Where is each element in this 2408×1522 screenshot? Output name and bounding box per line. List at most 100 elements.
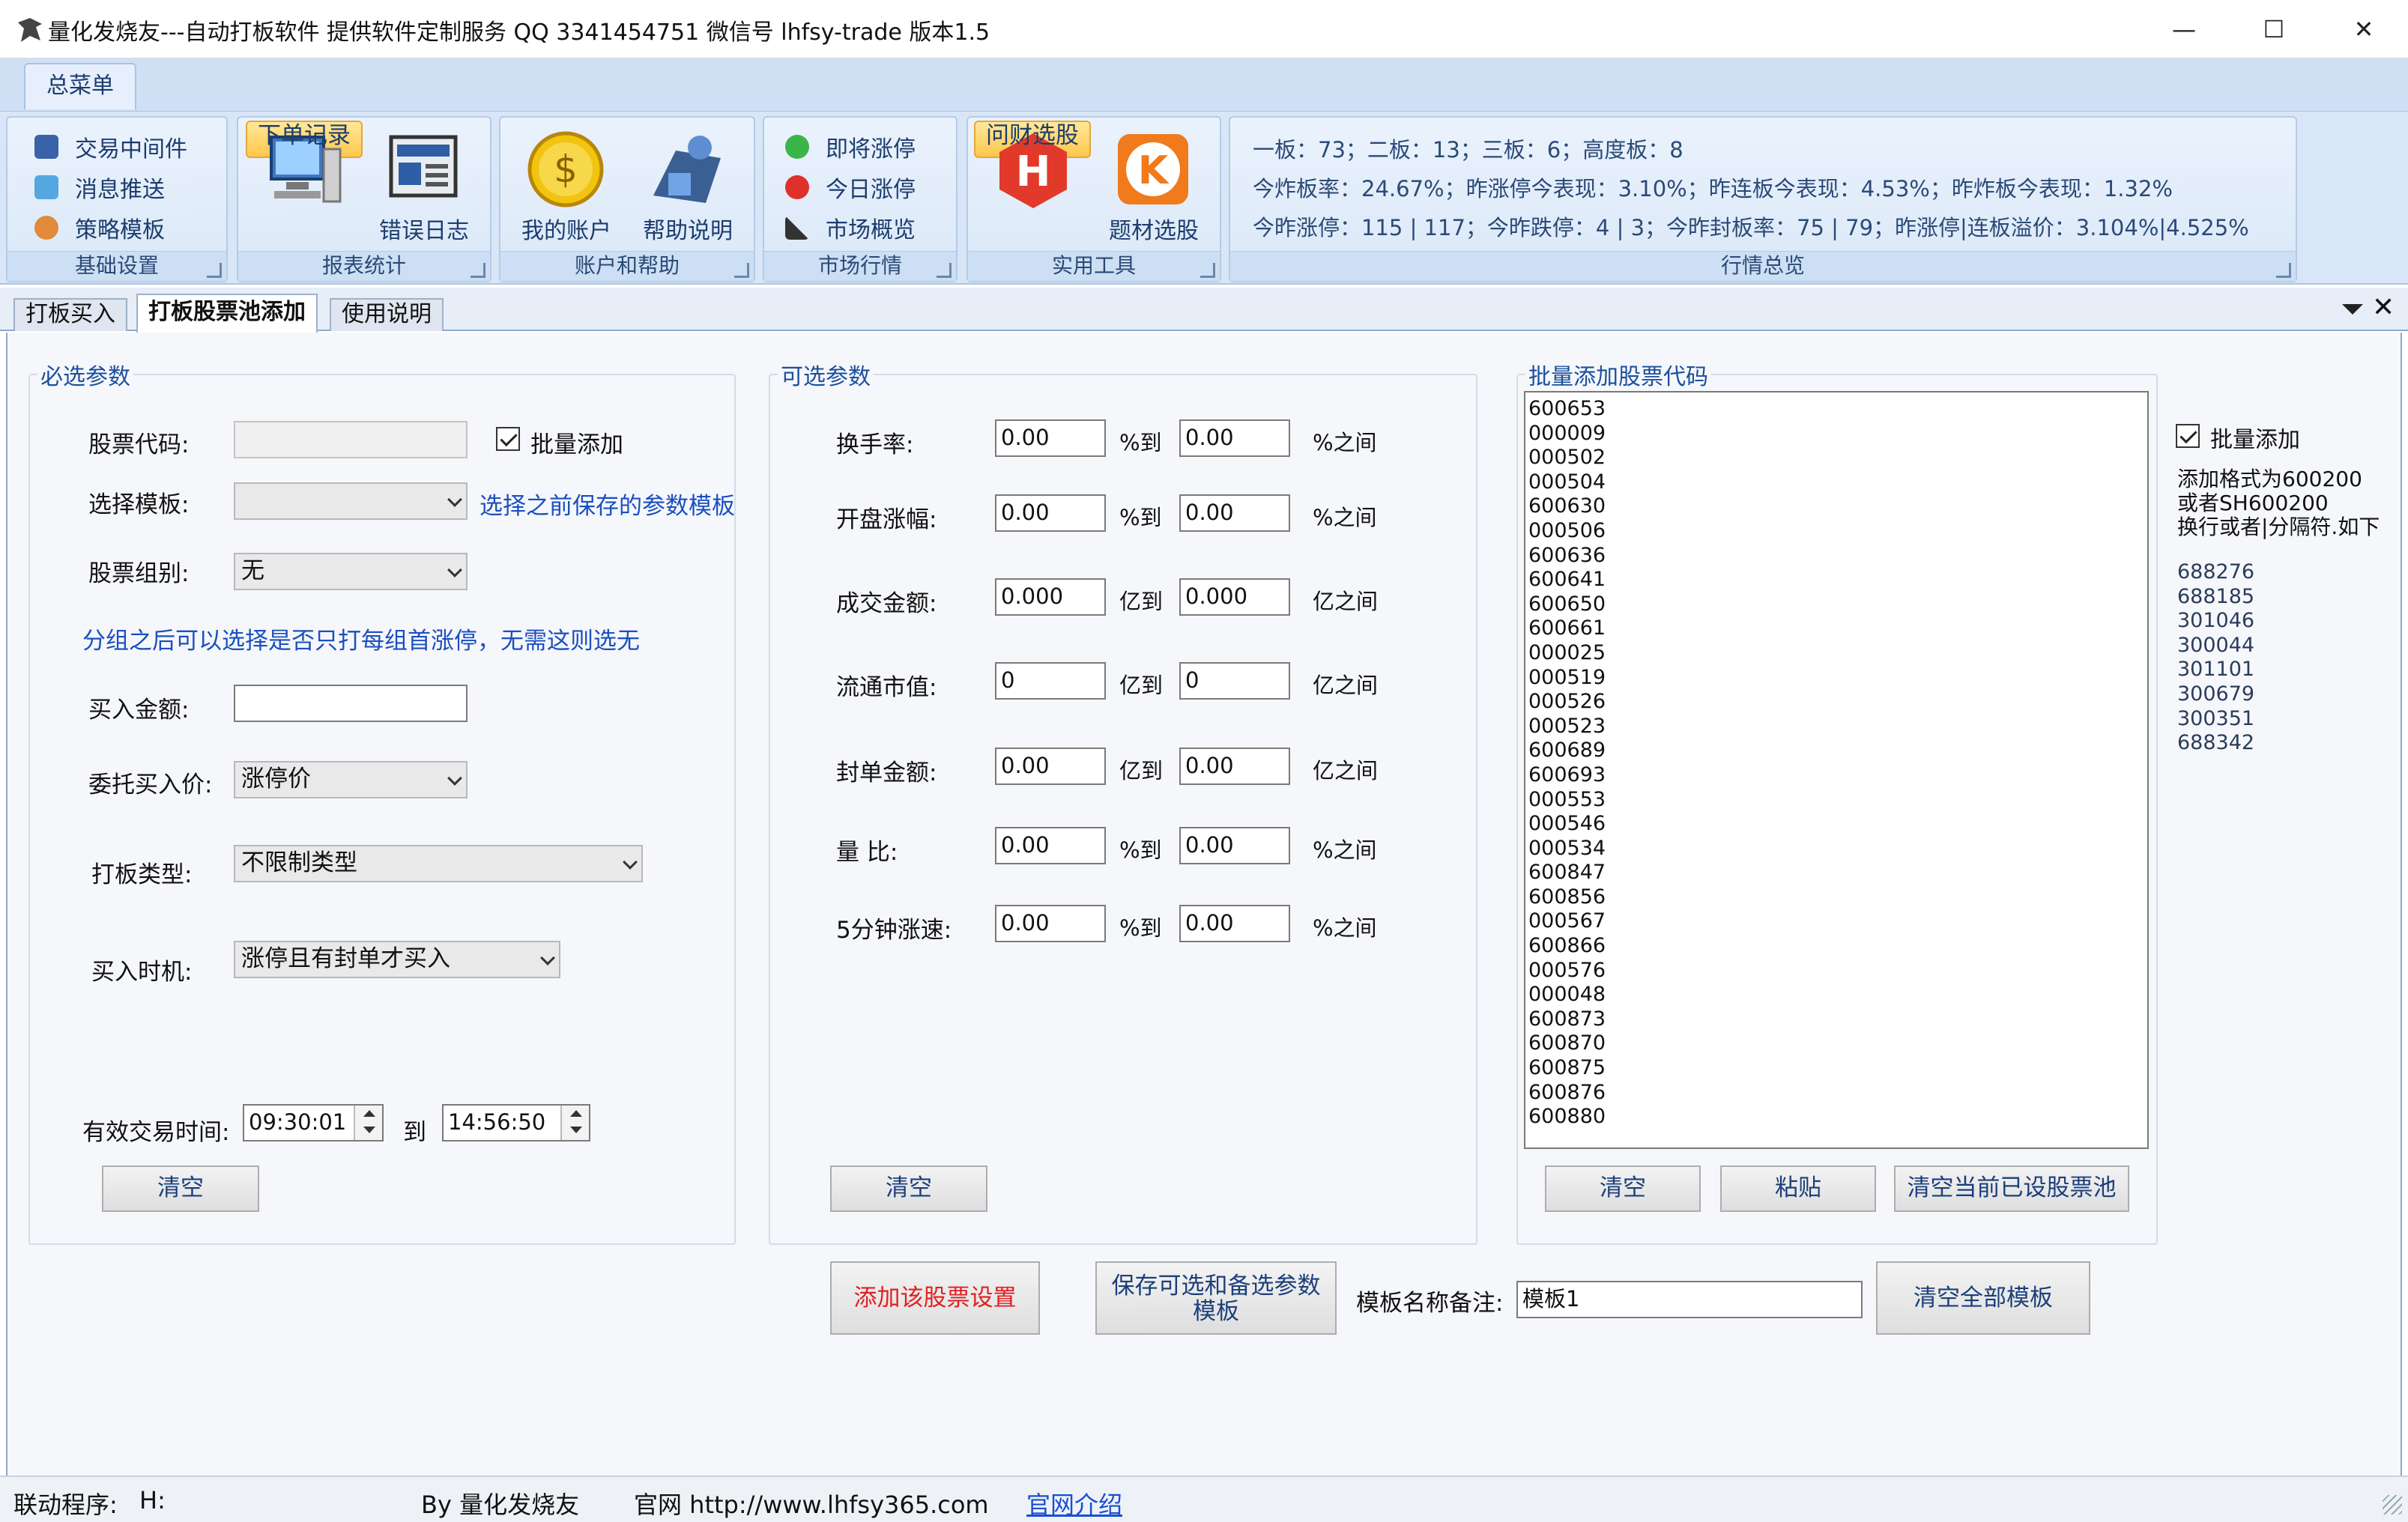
- example-code: 300351: [2177, 706, 2255, 730]
- clear-all-templates-button[interactable]: 清空全部模板: [1876, 1261, 2090, 1335]
- batch-check-right[interactable]: [2176, 424, 2200, 448]
- batch-codes-textarea[interactable]: 600653 000009 000502 000504 600630 000506 6006…: [1524, 391, 2149, 1149]
- optional-row-mid-label: %到: [1119, 430, 1162, 455]
- optional-row-from-input[interactable]: 0.000: [995, 578, 1106, 616]
- chevron-down-icon: [447, 771, 462, 786]
- optional-row-to-input[interactable]: 0.000: [1179, 578, 1290, 616]
- optional-row-from-input[interactable]: 0: [995, 662, 1106, 700]
- message-push-item[interactable]: 消息推送: [34, 169, 165, 206]
- middleware-item[interactable]: 交易中间件: [34, 128, 187, 166]
- near-limit-up-item[interactable]: 即将涨停: [785, 128, 916, 166]
- batch-clear-button[interactable]: 清空: [1545, 1165, 1701, 1212]
- type-select[interactable]: 不限制类型: [234, 845, 643, 882]
- optional-row-from-input[interactable]: 0.00: [995, 905, 1106, 942]
- tab-help[interactable]: 使用说明: [330, 298, 444, 331]
- code-line: 000553: [1528, 787, 1606, 811]
- code-line: 600873: [1528, 1007, 1606, 1031]
- strategy-template-item[interactable]: 策略模板: [34, 209, 165, 246]
- template-select[interactable]: [234, 482, 468, 520]
- k-icon: K: [1118, 134, 1188, 204]
- dialog-launcher-icon[interactable]: [2276, 263, 2291, 278]
- group-select[interactable]: 无: [234, 553, 468, 590]
- dialog-launcher-icon[interactable]: [1200, 263, 1215, 278]
- title-bar: 量化发烧友---自动打板软件 提供软件定制服务 QQ 3341454751 微信…: [0, 0, 2408, 58]
- today-limit-up-item[interactable]: 今日涨停: [785, 169, 916, 206]
- help-button[interactable]: 帮助说明: [629, 121, 746, 249]
- order-log-button[interactable]: 下单记录: [246, 121, 363, 203]
- link-program-value: H:: [139, 1486, 166, 1515]
- paste-button[interactable]: 粘贴: [1720, 1165, 1876, 1212]
- price-select[interactable]: 涨停价: [234, 761, 468, 798]
- dialog-launcher-icon[interactable]: [937, 263, 952, 278]
- time-to-spinner[interactable]: 14:56:50: [442, 1104, 590, 1142]
- optional-row-to-input[interactable]: 0.00: [1179, 905, 1290, 942]
- price-label: 委托买入价:: [88, 771, 213, 798]
- optional-row-end-label: 亿之间: [1313, 673, 1379, 698]
- template-name-label: 模板名称备注:: [1356, 1290, 1504, 1317]
- theme-stock-picker-button[interactable]: K 题材选股: [1095, 121, 1212, 249]
- group-hint: 分组之后可以选择是否只打每组首涨停，无需这则选无: [82, 628, 640, 655]
- timing-select[interactable]: 涨停且有封单才买入: [234, 941, 560, 978]
- dialog-launcher-icon[interactable]: [471, 263, 485, 278]
- window-title: 量化发烧友---自动打板软件 提供软件定制服务 QQ 3341454751 微信…: [48, 19, 990, 46]
- chevron-down-icon: [447, 563, 462, 577]
- required-clear-button[interactable]: 清空: [102, 1165, 259, 1212]
- optional-row-from-input[interactable]: 0.00: [995, 748, 1106, 785]
- optional-row-label: 5分钟涨速:: [836, 917, 952, 944]
- code-line: 600641: [1528, 568, 1606, 592]
- limit-stats: 今昨涨停：115 | 117；今昨跌停：4 | 3；今昨封板率：75 | 79；…: [1253, 215, 2249, 240]
- chevron-down-icon: [623, 855, 638, 870]
- batch-add-checkbox[interactable]: [496, 427, 520, 451]
- stock-code-input[interactable]: [234, 421, 468, 458]
- menu-tab-main[interactable]: 总菜单: [24, 63, 136, 109]
- format-hint-3: 换行或者|分隔符.如下: [2177, 515, 2380, 539]
- optional-clear-button[interactable]: 清空: [830, 1165, 987, 1212]
- tab-dropdown-icon[interactable]: [2342, 304, 2363, 315]
- spinner-arrows-icon[interactable]: [354, 1106, 382, 1140]
- optional-row-to-input[interactable]: 0.00: [1179, 827, 1290, 864]
- ribbon-group-market: 即将涨停 今日涨停 市场概览 市场行情: [763, 116, 958, 282]
- optional-row-to-input[interactable]: 0.00: [1179, 494, 1290, 532]
- time-from-spinner[interactable]: 09:30:01: [243, 1104, 384, 1142]
- status-bar: 联动程序: H: By 量化发烧友 官网 http://www.lhfsy365…: [0, 1476, 2408, 1522]
- code-line: 600693: [1528, 762, 1606, 786]
- minimize-button[interactable]: —: [2143, 0, 2225, 58]
- code-line: 000567: [1528, 909, 1606, 933]
- maximize-button[interactable]: ☐: [2233, 0, 2315, 58]
- dialog-launcher-icon[interactable]: [734, 263, 749, 278]
- optional-row-from-input[interactable]: 0.00: [995, 827, 1106, 864]
- code-line: 000009: [1528, 421, 1606, 445]
- tab-pool-add[interactable]: 打板股票池添加: [136, 294, 318, 333]
- code-line: 000534: [1528, 836, 1606, 860]
- dialog-launcher-icon[interactable]: [207, 263, 222, 278]
- optional-row-to-input[interactable]: 0: [1179, 662, 1290, 700]
- optional-row-from-input[interactable]: 0.00: [995, 419, 1106, 457]
- optional-row-mid-label: %到: [1119, 837, 1162, 863]
- optional-row-to-input[interactable]: 0.00: [1179, 419, 1290, 457]
- optional-row-label: 成交金额:: [836, 590, 937, 617]
- code-line: 600880: [1528, 1105, 1606, 1129]
- template-name-input[interactable]: 模板1: [1516, 1281, 1863, 1318]
- market-overview-item[interactable]: 市场概览: [785, 209, 916, 246]
- clear-pool-button[interactable]: 清空当前已设股票池: [1894, 1165, 2129, 1212]
- amount-input[interactable]: [234, 685, 468, 722]
- save-template-button[interactable]: 保存可选和备选参数 模板: [1095, 1261, 1337, 1335]
- add-stock-setting-button[interactable]: 添加该股票设置: [830, 1261, 1040, 1335]
- my-account-button[interactable]: $ 我的账户: [508, 121, 625, 249]
- optional-row-from-input[interactable]: 0.00: [995, 494, 1106, 532]
- tab-buy[interactable]: 打板买入: [13, 298, 127, 331]
- resize-grip-icon[interactable]: [2383, 1495, 2402, 1515]
- spinner-arrows-icon[interactable]: [560, 1106, 589, 1140]
- code-line: 000048: [1528, 983, 1606, 1007]
- website-intro-link[interactable]: 官网介绍: [1026, 1486, 1122, 1521]
- optional-row-to-input[interactable]: 0.00: [1179, 748, 1290, 785]
- cube-icon: [34, 135, 58, 159]
- report-icon: [389, 135, 458, 198]
- tab-close-icon[interactable]: ✕: [2372, 292, 2395, 323]
- code-line: 000526: [1528, 690, 1606, 714]
- wencai-stock-picker-button[interactable]: H 问财选股: [974, 121, 1091, 208]
- code-line: 000025: [1528, 640, 1606, 664]
- ribbon-group-account: $ 我的账户 帮助说明 账户和帮助: [499, 116, 755, 282]
- error-log-button[interactable]: 错误日志: [366, 121, 482, 249]
- close-button[interactable]: ✕: [2323, 0, 2405, 58]
